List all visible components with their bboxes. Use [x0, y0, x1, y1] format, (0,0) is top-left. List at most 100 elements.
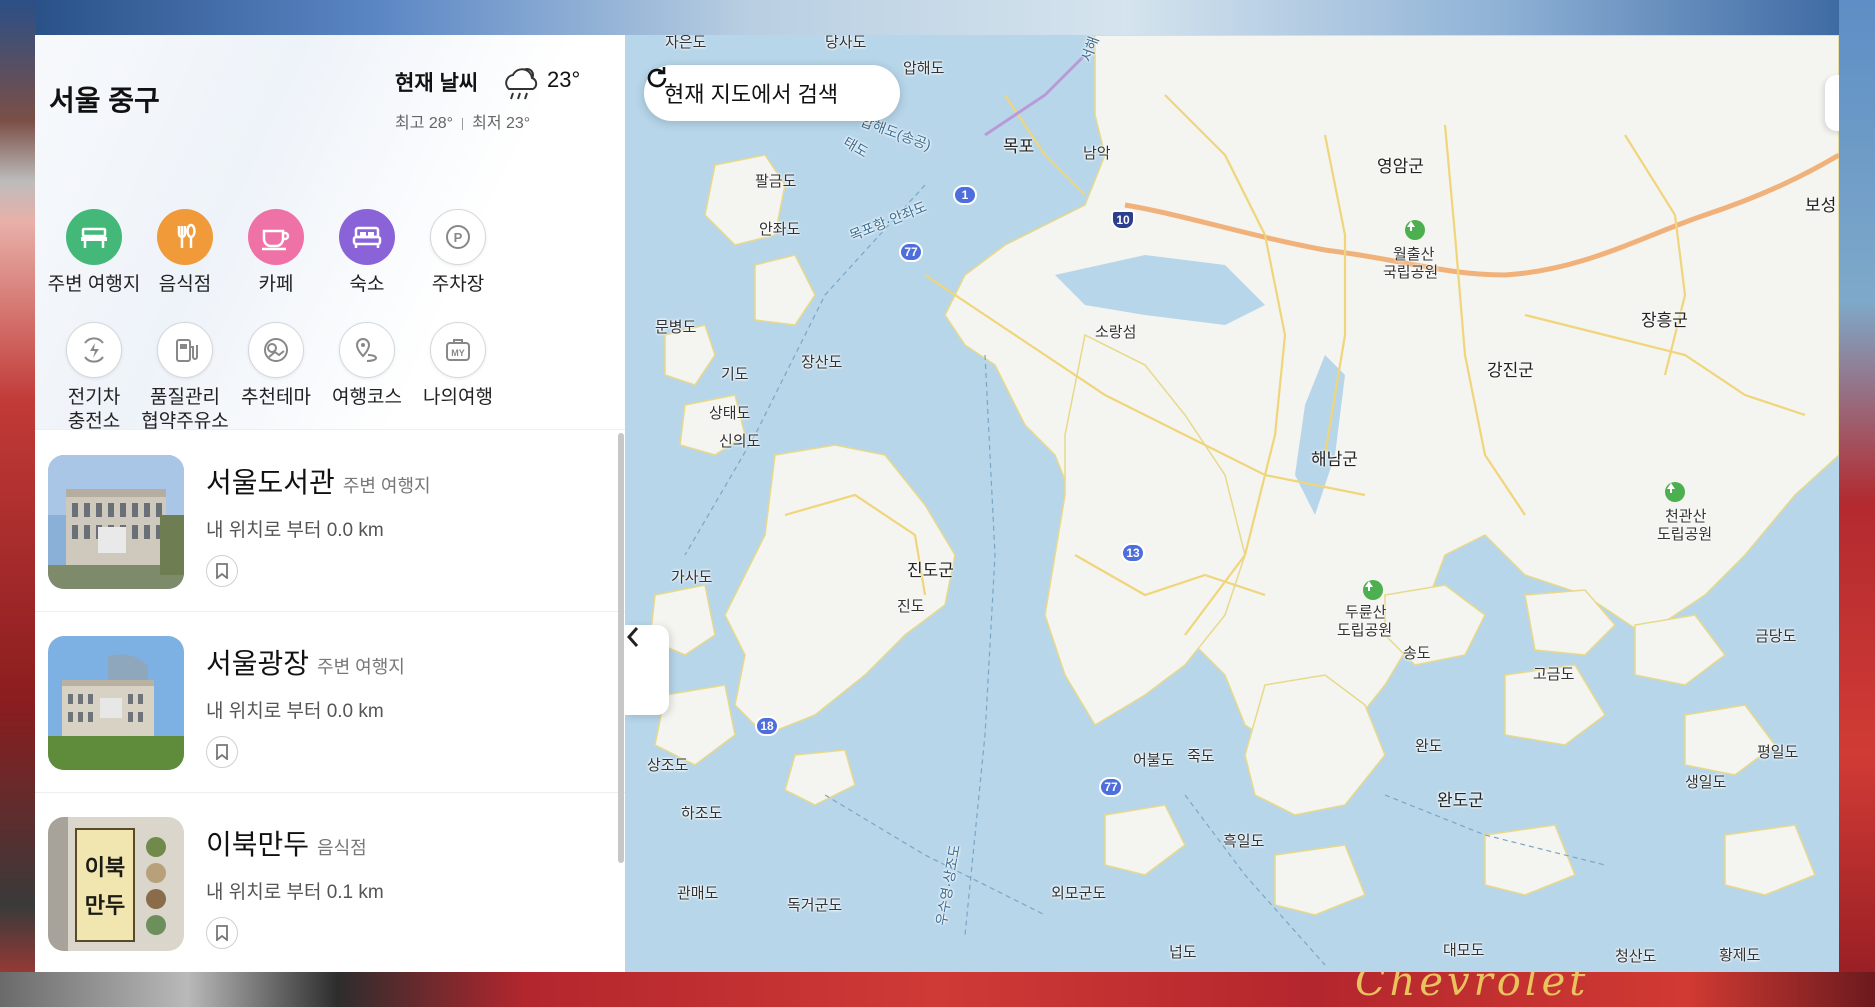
- place-name-row: 이북만두 음식점: [206, 823, 367, 863]
- category-my-trip[interactable]: MY 나의여행: [403, 322, 513, 410]
- map-label: 관매도: [677, 885, 719, 902]
- map-label: 도립공원: [1337, 622, 1393, 639]
- weather-high: 최고 28°: [395, 115, 454, 132]
- chevron-left-icon: [626, 627, 639, 647]
- map-label: 강진군: [1487, 361, 1534, 380]
- route-shield: 18: [755, 716, 779, 736]
- svg-text:이북: 이북: [85, 855, 125, 881]
- map-label: 죽도: [1187, 748, 1215, 765]
- map-label: 기도: [721, 366, 749, 383]
- bookmark-icon: [216, 563, 228, 579]
- map-label: 신의도: [719, 433, 761, 450]
- category-parking[interactable]: P 주차장: [403, 209, 513, 297]
- map-label: 장흥군: [1641, 311, 1688, 330]
- place-category: 음식점: [317, 838, 367, 858]
- app-window: 서울 중구 현재 날씨 23° 최고 28° 최저 23° 주변 여행지 음식점…: [35, 35, 1839, 972]
- place-category: 주변 여행지: [342, 476, 431, 496]
- weather-low: 최저 23°: [472, 115, 531, 132]
- list-item[interactable]: 서울광장 주변 여행지 내 위치로 부터 0.0 km: [35, 612, 625, 793]
- place-name[interactable]: 이북만두: [206, 829, 309, 860]
- place-thumbnail[interactable]: [48, 455, 184, 589]
- weather-widget: 현재 날씨 23° 최고 28° 최저 23°: [395, 67, 615, 133]
- place-name[interactable]: 서울광장: [206, 648, 309, 679]
- place-thumbnail[interactable]: 이북 만두: [48, 817, 184, 951]
- bed-icon: [339, 209, 395, 265]
- map-label: 진도군: [907, 561, 954, 580]
- route-shield: 77: [1099, 777, 1123, 797]
- map-label: 남악: [1083, 145, 1111, 162]
- fork-spoon-icon: [157, 209, 213, 265]
- map-label: 넙도: [1169, 944, 1197, 961]
- map-label: 청산도: [1615, 948, 1657, 965]
- highway-shield: 10: [1111, 210, 1135, 230]
- map-label: 완도군: [1437, 791, 1484, 810]
- map-label: 소랑섬: [1095, 324, 1137, 341]
- divider: [462, 117, 464, 130]
- map-label: 안좌도: [759, 221, 801, 238]
- map-label: 자은도: [665, 35, 707, 51]
- tree-icon: [1363, 580, 1383, 600]
- route-shield: 1: [953, 185, 977, 205]
- ev-charging-icon: [66, 322, 122, 378]
- map-label: 당사도: [825, 35, 867, 51]
- map-label: 상태도: [709, 405, 751, 422]
- map-label: 완도: [1415, 738, 1443, 755]
- map-label: 국립공원: [1383, 264, 1439, 281]
- list-item[interactable]: 이북 만두 이북만두 음식점 내 위치로 부터 0.1 km: [35, 793, 625, 972]
- coffee-cup-icon: [248, 209, 304, 265]
- bookmark-button[interactable]: [206, 736, 238, 768]
- right-panel-tab[interactable]: [1825, 75, 1839, 131]
- category-label: 나의여행: [423, 387, 493, 408]
- map-label: 생일도: [1685, 774, 1727, 791]
- map-label: 해남군: [1311, 450, 1358, 469]
- map-label: 독거군도: [787, 897, 843, 914]
- theme-icon: [248, 322, 304, 378]
- map-label: 도립공원: [1657, 526, 1713, 543]
- tree-icon: [1665, 482, 1685, 502]
- map-label: 보성: [1805, 196, 1837, 215]
- weather-range: 최고 28° 최저 23°: [395, 109, 615, 133]
- refresh-icon: [647, 67, 667, 88]
- route-shield: 77: [899, 242, 923, 262]
- map-label: 영암군: [1377, 157, 1424, 176]
- map-label: 평일도: [1757, 744, 1799, 761]
- bookmark-icon: [216, 744, 228, 760]
- map-label: 흑일도: [1223, 833, 1265, 850]
- map-label: 대모도: [1443, 942, 1485, 959]
- svg-text:MY: MY: [451, 348, 465, 358]
- place-category: 주변 여행지: [317, 657, 405, 677]
- place-list: 서울도서관 주변 여행지 내 위치로 부터 0.0 km 서울광장 주변 여행지…: [35, 431, 625, 972]
- map-label: 외모군도: [1051, 885, 1107, 902]
- map-label: 가사도: [671, 569, 713, 586]
- route-shield: 13: [1121, 543, 1145, 563]
- map-label: 팔금도: [755, 173, 797, 190]
- my-trip-icon: MY: [430, 322, 486, 378]
- place-thumbnail[interactable]: [48, 636, 184, 770]
- bookmark-icon: [216, 925, 228, 941]
- bookmark-button[interactable]: [206, 917, 238, 949]
- map-label: 문병도: [655, 319, 697, 336]
- panel-header: 서울 중구 현재 날씨 23° 최고 28° 최저 23° 주변 여행지 음식점…: [35, 35, 625, 432]
- fuel-pump-icon: [157, 322, 213, 378]
- collapse-panel-button[interactable]: [625, 625, 669, 715]
- map-label: 어불도: [1133, 752, 1175, 769]
- list-scrollbar[interactable]: [618, 433, 624, 863]
- list-item[interactable]: 서울도서관 주변 여행지 내 위치로 부터 0.0 km: [35, 431, 625, 612]
- place-distance: 내 위치로 부터 0.1 km: [206, 882, 384, 903]
- map-label: 압해도: [903, 60, 945, 77]
- place-name[interactable]: 서울도서관: [206, 467, 335, 498]
- place-distance: 내 위치로 부터 0.0 km: [206, 520, 384, 541]
- map-label: 하조도: [681, 805, 723, 822]
- map-view[interactable]: 1 10 77 13 18 77 목포 남악 영암군 보성 월출산 국립공원 장…: [625, 35, 1839, 972]
- cloud-rain-icon: [505, 68, 538, 100]
- place-name-row: 서울광장 주변 여행지: [206, 642, 405, 682]
- map-label: 상조도: [647, 757, 689, 774]
- map-label: 황제도: [1719, 947, 1761, 964]
- search-this-area-label: 현재 지도에서 검색: [664, 82, 839, 107]
- tree-icon: [1405, 220, 1425, 240]
- search-this-area-button[interactable]: 현재 지도에서 검색: [644, 65, 900, 121]
- side-panel: 서울 중구 현재 날씨 23° 최고 28° 최저 23° 주변 여행지 음식점…: [35, 35, 625, 972]
- place-distance: 내 위치로 부터 0.0 km: [206, 701, 384, 722]
- bookmark-button[interactable]: [206, 555, 238, 587]
- svg-text:만두: 만두: [85, 893, 125, 919]
